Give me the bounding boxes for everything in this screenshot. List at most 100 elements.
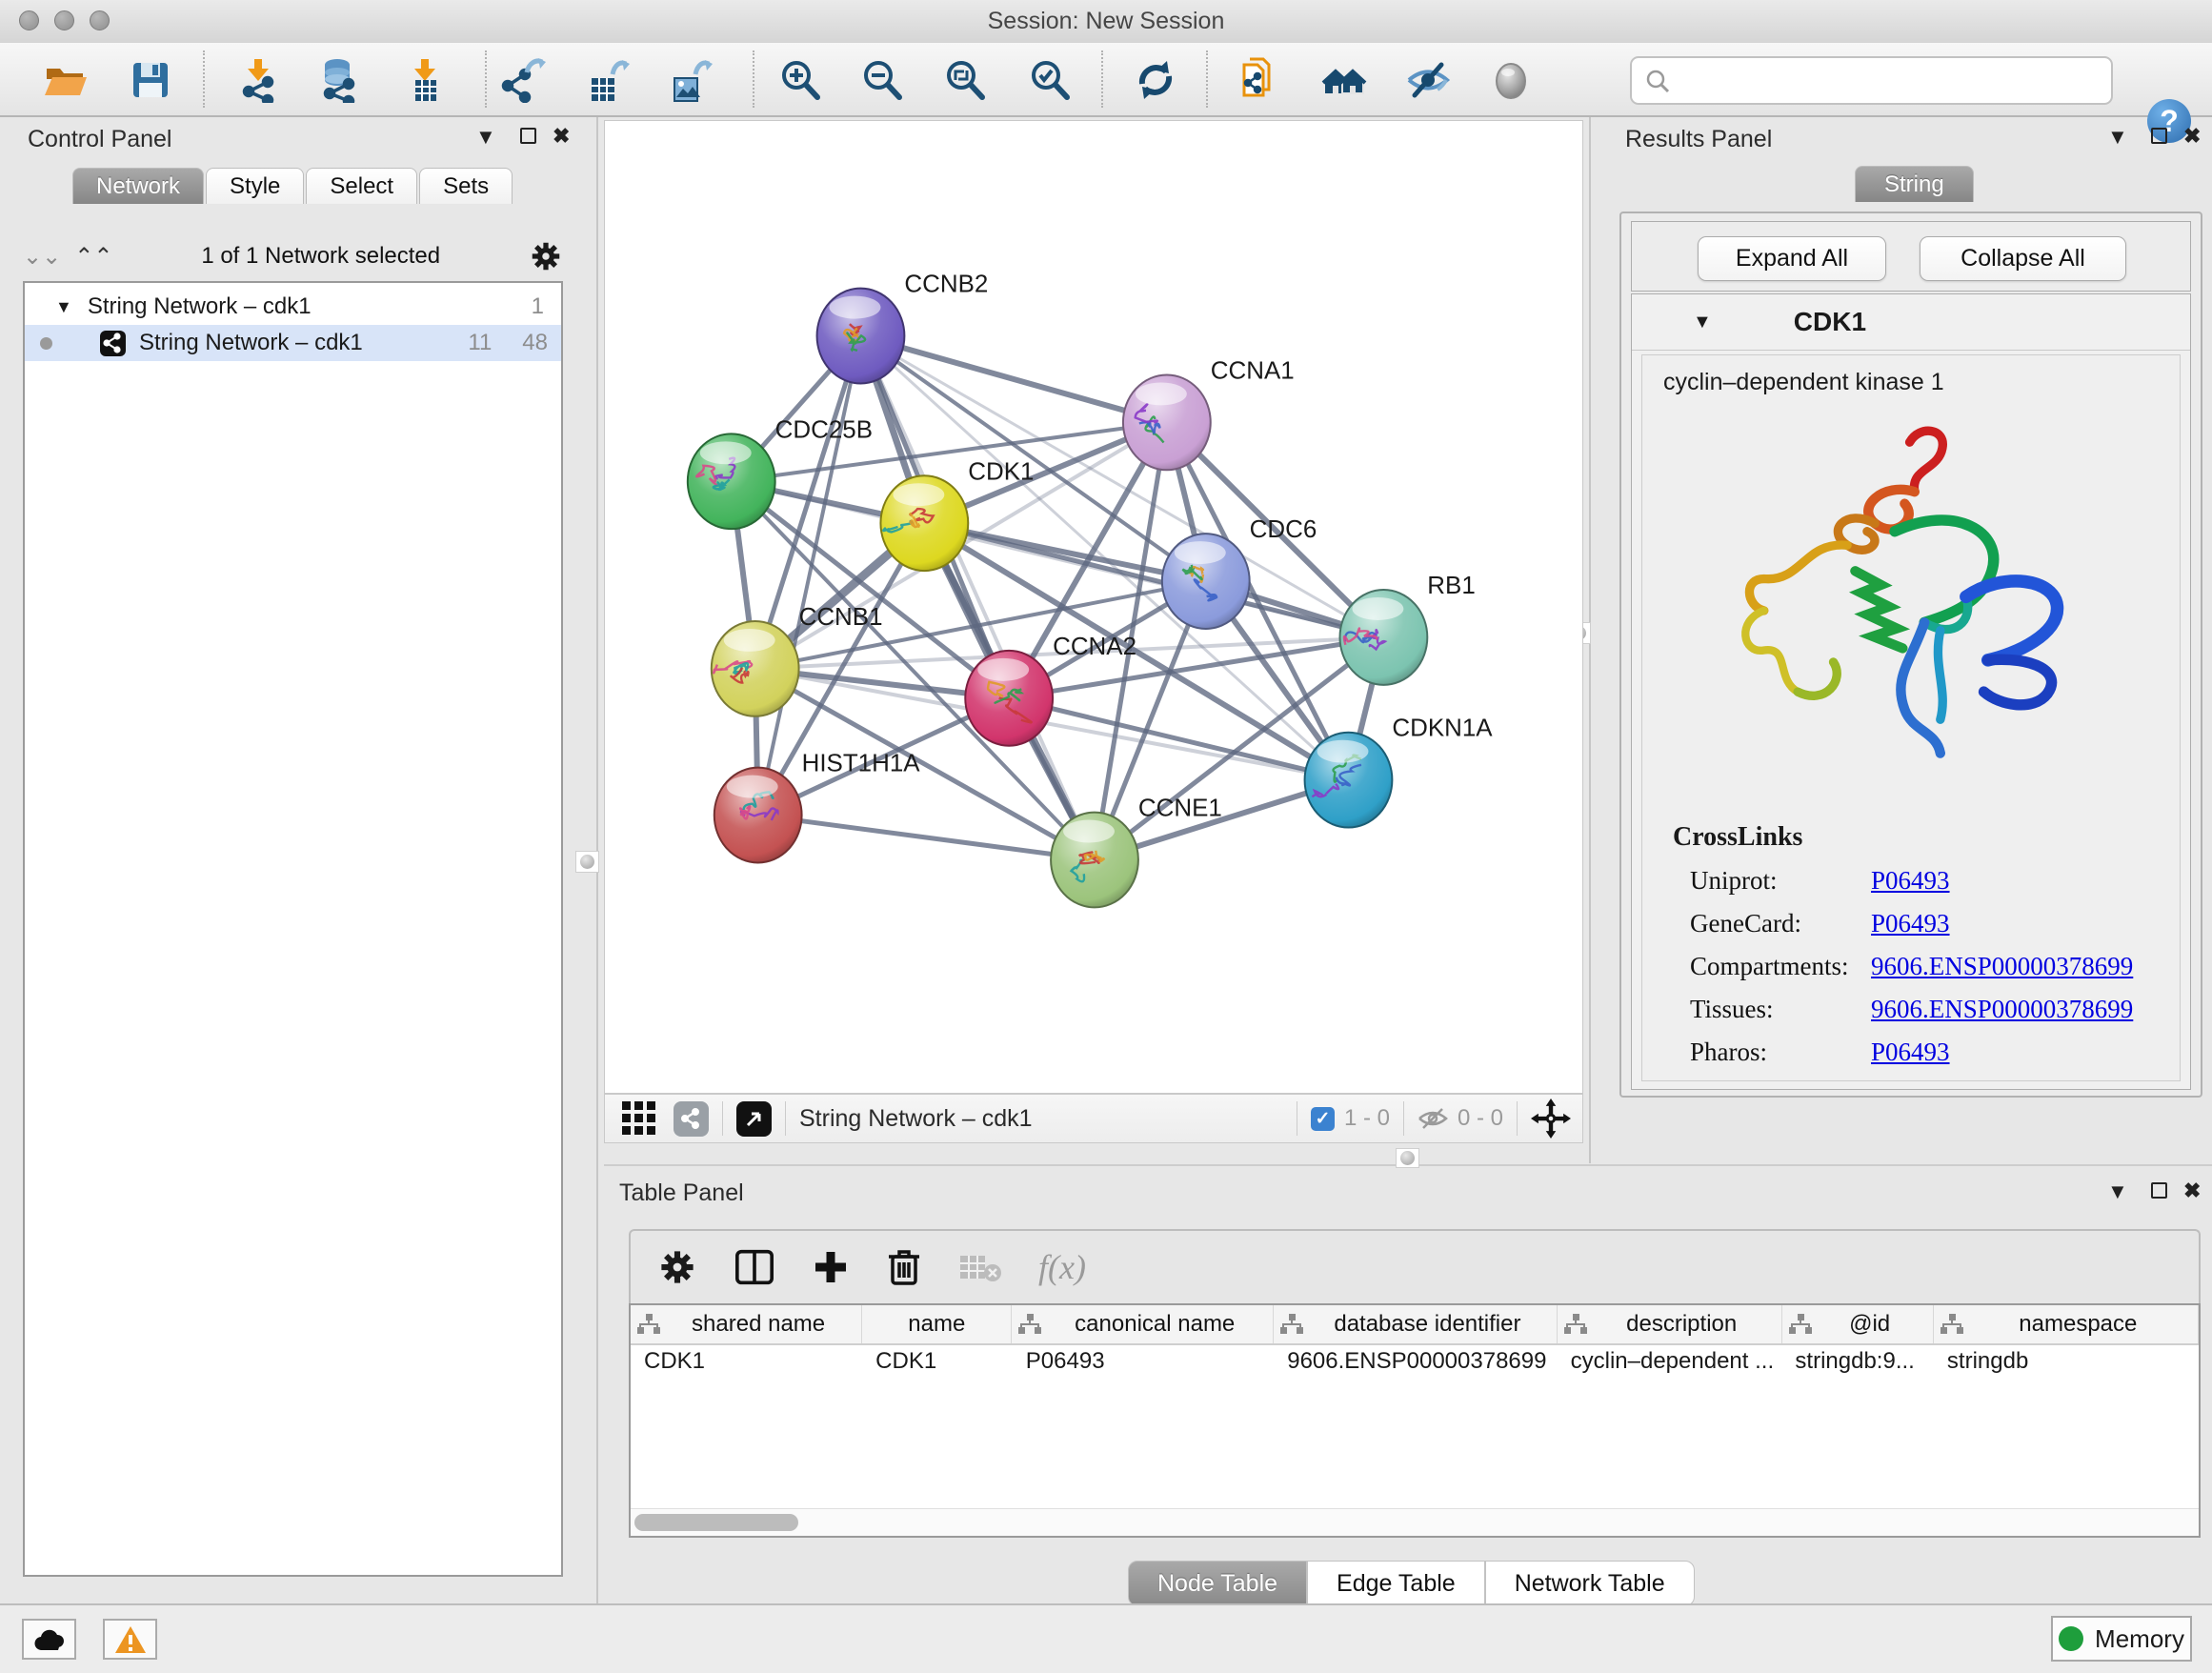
network-row-selected[interactable]: String Network – cdk1 11 48 bbox=[25, 325, 561, 361]
left-splitter-handle[interactable] bbox=[575, 851, 599, 873]
network-node-cdkn1a[interactable]: CDKN1A bbox=[1305, 716, 1494, 828]
crosslink-link[interactable]: 9606.ENSP00000378699 bbox=[1871, 995, 2133, 1023]
fit-selected-crosshair-icon[interactable] bbox=[1531, 1099, 1571, 1139]
tab-network[interactable]: Network bbox=[72, 168, 204, 204]
table-cell[interactable]: CDK1 bbox=[862, 1345, 1013, 1381]
network-canvas[interactable]: CCNB2CCNA1CDC25BCDK1CDC6RB1CCNB1CCNA2CDK… bbox=[604, 120, 1583, 1094]
detach-view-icon[interactable] bbox=[736, 1101, 772, 1137]
first-neighbors-button[interactable] bbox=[1321, 57, 1367, 103]
float-panel-icon[interactable]: ▼ bbox=[2107, 127, 2128, 148]
crosslink-link[interactable]: 9606.ENSP00000378699 bbox=[1871, 952, 2133, 980]
network-edge[interactable] bbox=[860, 336, 1095, 860]
close-panel-icon[interactable]: ✖ bbox=[2183, 1180, 2201, 1201]
delete-column-trash-icon[interactable] bbox=[886, 1247, 922, 1287]
export-image-button[interactable] bbox=[667, 57, 713, 103]
table-gear-icon[interactable] bbox=[657, 1247, 697, 1287]
table-cell[interactable]: P06493 bbox=[1013, 1345, 1274, 1381]
column-header-namespace[interactable]: namespace bbox=[1934, 1305, 2199, 1343]
close-panel-icon[interactable]: ✖ bbox=[2183, 126, 2201, 147]
search-input[interactable] bbox=[1679, 67, 2111, 95]
collapse-all-button[interactable]: Collapse All bbox=[1920, 236, 2126, 281]
tree-expander-icon[interactable]: ▼ bbox=[55, 297, 72, 317]
network-node-ccnb1[interactable]: CCNB1 bbox=[712, 604, 883, 716]
add-column-icon[interactable] bbox=[812, 1248, 850, 1286]
horizontal-splitter-handle[interactable] bbox=[1396, 1148, 1419, 1168]
zoom-selected-button[interactable] bbox=[1027, 57, 1073, 103]
tab-sets[interactable]: Sets bbox=[419, 168, 513, 204]
network-edge[interactable] bbox=[758, 816, 1095, 860]
close-panel-icon[interactable]: ✖ bbox=[553, 126, 570, 147]
import-table-button[interactable] bbox=[402, 57, 448, 103]
table-row[interactable]: CDK1CDK1P064939606.ENSP00000378699cyclin… bbox=[631, 1345, 2199, 1381]
zoom-out-button[interactable] bbox=[859, 57, 905, 103]
network-node-rb1[interactable]: RB1 bbox=[1339, 573, 1475, 685]
hidden-counts: 0 - 0 bbox=[1458, 1105, 1503, 1132]
zoom-fit-button[interactable] bbox=[942, 57, 988, 103]
zoom-in-button[interactable] bbox=[777, 57, 823, 103]
section-collapse-icon[interactable]: ▼ bbox=[1693, 312, 1712, 333]
export-network-button[interactable] bbox=[500, 57, 546, 103]
crosslink-label: Tissues: bbox=[1690, 995, 1871, 1024]
crosslink-label: GeneCard: bbox=[1690, 909, 1871, 938]
maximize-panel-icon[interactable] bbox=[2151, 1182, 2167, 1199]
network-edge[interactable] bbox=[758, 336, 861, 816]
selected-counts: 1 - 0 bbox=[1344, 1105, 1390, 1132]
column-header-description[interactable]: description bbox=[1558, 1305, 1782, 1343]
table-horizontal-scrollbar[interactable] bbox=[631, 1508, 2199, 1536]
float-panel-icon[interactable]: ▼ bbox=[2107, 1181, 2128, 1202]
selected-checkbox-icon[interactable]: ✓ bbox=[1311, 1107, 1335, 1131]
network-share-icon[interactable] bbox=[674, 1101, 709, 1137]
control-panel-title: Control Panel bbox=[28, 126, 171, 153]
network-options-gear-icon[interactable] bbox=[529, 239, 563, 273]
table-cell[interactable]: cyclin–dependent ... bbox=[1558, 1345, 1782, 1381]
node-section-header[interactable]: ▼ CDK1 bbox=[1632, 294, 2190, 351]
cloud-status-button[interactable] bbox=[22, 1619, 76, 1660]
network-node-cdc25b[interactable]: CDC25B bbox=[688, 416, 873, 529]
tab-node-table[interactable]: Node Table bbox=[1128, 1561, 1307, 1606]
column-header-name[interactable]: name bbox=[862, 1305, 1012, 1343]
save-session-button[interactable] bbox=[128, 57, 173, 103]
crosslink-link[interactable]: P06493 bbox=[1871, 1038, 1950, 1066]
node-label: CDKN1A bbox=[1392, 716, 1493, 742]
table-cell[interactable]: stringdb bbox=[1934, 1345, 2199, 1381]
tab-network-table[interactable]: Network Table bbox=[1485, 1561, 1695, 1606]
scrollbar-thumb[interactable] bbox=[634, 1514, 798, 1531]
tab-select[interactable]: Select bbox=[306, 168, 417, 204]
collapse-all-icon[interactable]: ⌄⌄ bbox=[23, 243, 61, 271]
float-panel-icon[interactable]: ▼ bbox=[475, 127, 496, 148]
crosslink-link[interactable]: P06493 bbox=[1871, 909, 1950, 937]
network-node-ccna1[interactable]: CCNA1 bbox=[1123, 357, 1295, 470]
column-header-shared-name[interactable]: shared name bbox=[631, 1305, 862, 1343]
network-collection-row[interactable]: ▼ String Network – cdk1 1 bbox=[25, 289, 561, 325]
export-table-button[interactable] bbox=[584, 57, 630, 103]
import-network-database-button[interactable] bbox=[314, 57, 360, 103]
show-all-button[interactable] bbox=[1488, 57, 1534, 103]
maximize-panel-icon[interactable] bbox=[2151, 128, 2167, 144]
tab-style[interactable]: Style bbox=[206, 168, 304, 204]
tab-edge-table[interactable]: Edge Table bbox=[1307, 1561, 1485, 1606]
split-columns-icon[interactable] bbox=[734, 1248, 775, 1286]
table-cell[interactable]: CDK1 bbox=[631, 1345, 862, 1381]
crosslink-link[interactable]: P06493 bbox=[1871, 866, 1950, 895]
table-cell[interactable]: 9606.ENSP00000378699 bbox=[1274, 1345, 1557, 1381]
table-type-tabs: Node TableEdge TableNetwork Table bbox=[1128, 1561, 1695, 1606]
network-node-ccne1[interactable]: CCNE1 bbox=[1051, 796, 1222, 908]
warnings-button[interactable] bbox=[103, 1619, 157, 1660]
column-header--id[interactable]: @id bbox=[1782, 1305, 1934, 1343]
open-session-button[interactable] bbox=[42, 57, 88, 103]
table-cell[interactable]: stringdb:9... bbox=[1781, 1345, 1933, 1381]
import-string-button[interactable] bbox=[1237, 57, 1282, 103]
tab-string[interactable]: String bbox=[1855, 166, 1974, 202]
grid-view-icon[interactable] bbox=[620, 1099, 658, 1138]
network-node-hist1h1a[interactable]: HIST1H1A bbox=[714, 751, 920, 863]
refresh-button[interactable] bbox=[1133, 57, 1178, 103]
expand-all-icon[interactable]: ⌃⌃ bbox=[74, 243, 112, 271]
memory-button[interactable]: Memory bbox=[2051, 1616, 2192, 1662]
column-header-database-identifier[interactable]: database identifier bbox=[1274, 1305, 1558, 1343]
expand-all-button[interactable]: Expand All bbox=[1698, 236, 1886, 281]
column-header-canonical-name[interactable]: canonical name bbox=[1012, 1305, 1274, 1343]
hide-selected-button[interactable] bbox=[1405, 57, 1451, 103]
maximize-panel-icon[interactable] bbox=[520, 128, 536, 144]
network-node-cdc6[interactable]: CDC6 bbox=[1162, 516, 1317, 629]
import-network-file-button[interactable] bbox=[235, 57, 281, 103]
